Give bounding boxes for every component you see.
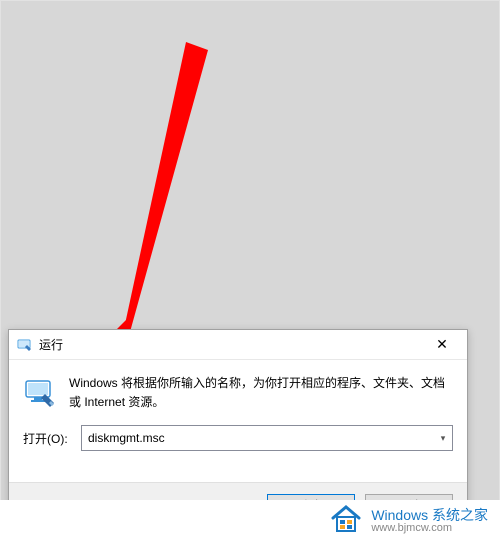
- open-combobox[interactable]: ▾: [81, 425, 453, 451]
- open-input[interactable]: [82, 426, 434, 450]
- dialog-title: 运行: [39, 336, 421, 353]
- watermark-house-icon: [329, 504, 363, 539]
- titlebar: 运行 ✕: [9, 330, 467, 360]
- run-program-icon: [23, 376, 57, 410]
- watermark-bar: Windows 系统之家 www.bjmcw.com: [0, 500, 500, 542]
- dialog-body: Windows 将根据你所输入的名称，为你打开相应的程序、文件夹、文档或 Int…: [9, 360, 467, 455]
- watermark-url: www.bjmcw.com: [371, 523, 488, 535]
- close-icon: ✕: [436, 336, 448, 353]
- dialog-description: Windows 将根据你所输入的名称，为你打开相应的程序、文件夹、文档或 Int…: [69, 374, 453, 411]
- chevron-down-icon[interactable]: ▾: [434, 426, 452, 450]
- run-dialog: 运行 ✕ Windows 将根据你所输入的名称，为你打开相应的程序、文件夹、文档…: [8, 329, 468, 529]
- close-button[interactable]: ✕: [421, 331, 463, 359]
- run-titlebar-icon: [17, 337, 33, 353]
- watermark-brand: Windows 系统之家: [371, 508, 488, 523]
- watermark-logo: Windows 系统之家 www.bjmcw.com: [371, 508, 488, 534]
- open-label: 打开(O):: [23, 430, 75, 447]
